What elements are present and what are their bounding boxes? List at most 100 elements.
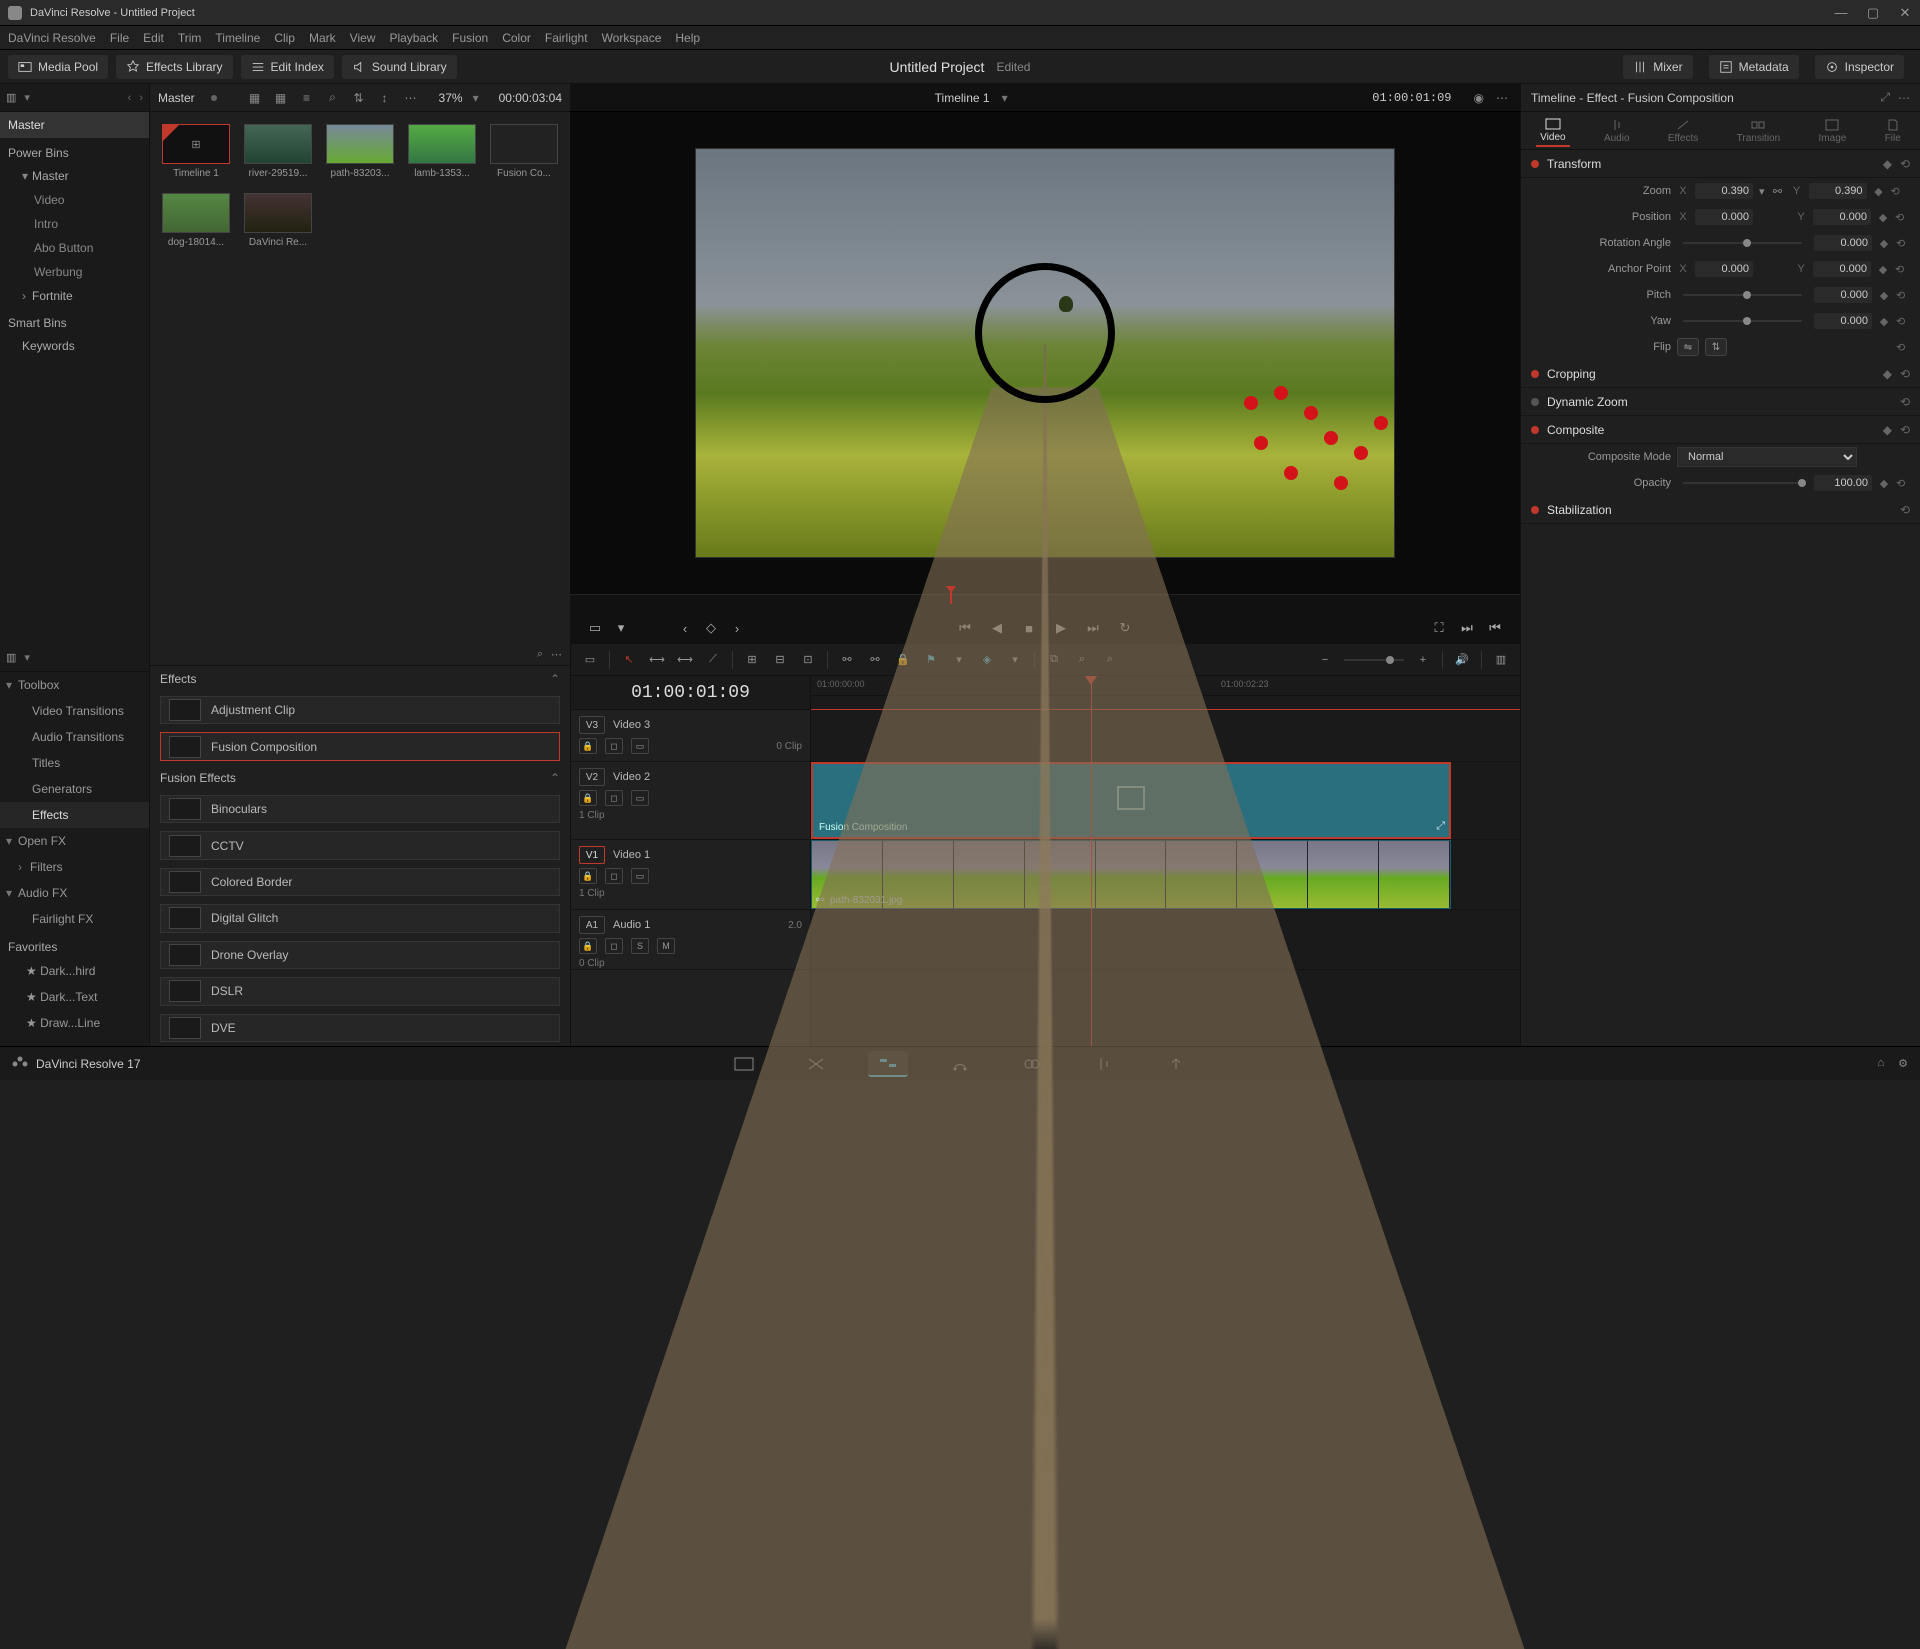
track-enable-v1[interactable]: ▭: [631, 868, 649, 884]
bin-video[interactable]: Video: [0, 188, 149, 212]
flip-reset[interactable]: ⟲: [1896, 341, 1910, 354]
pos-keyframe[interactable]: ◆: [1877, 211, 1889, 224]
fx-options-icon[interactable]: ⋯: [551, 648, 562, 661]
bin-abo-button[interactable]: Abo Button: [0, 236, 149, 260]
fx-generators[interactable]: Generators: [0, 776, 149, 802]
anchor-y-input[interactable]: 0.000: [1813, 261, 1871, 277]
track-badge-v2[interactable]: V2: [579, 768, 605, 786]
fx-effects[interactable]: Effects: [0, 802, 149, 828]
page-color[interactable]: [1012, 1051, 1052, 1077]
pitch-keyframe[interactable]: ◆: [1878, 289, 1890, 302]
menu-resolve[interactable]: DaVinci Resolve: [8, 31, 96, 45]
fx-drone-overlay[interactable]: Drone Overlay: [160, 941, 560, 969]
inspector-tab-file[interactable]: File: [1881, 116, 1905, 146]
track-mute-a1[interactable]: M: [657, 938, 675, 954]
cropping-reset[interactable]: ⟲: [1900, 367, 1910, 381]
anchor-reset[interactable]: ⟲: [1895, 263, 1909, 276]
inspector-expand-icon[interactable]: ⤢: [1880, 90, 1890, 105]
tl-audio-icon[interactable]: 🔊: [1453, 651, 1471, 669]
zoom-dropdown-icon[interactable]: ▾: [1759, 185, 1765, 198]
clip-fusion-composition[interactable]: Fusion Composition ⤢: [811, 762, 1451, 839]
page-fairlight[interactable]: [1084, 1051, 1124, 1077]
loop-button[interactable]: ↻: [1116, 619, 1134, 637]
stop-button[interactable]: ■: [1020, 619, 1038, 637]
tab-edit-index[interactable]: Edit Index: [241, 55, 334, 79]
menu-view[interactable]: View: [350, 31, 376, 45]
next-frame-button[interactable]: ⏭: [1084, 619, 1102, 637]
track-badge-v3[interactable]: V3: [579, 716, 605, 734]
fx-sidebar-toggle-icon[interactable]: ▥: [6, 651, 16, 664]
tl-marker-dropdown[interactable]: ▾: [1006, 651, 1024, 669]
track-v1[interactable]: ⚯ path-832031.jpg: [811, 840, 1520, 910]
inspector-tab-audio[interactable]: Audio: [1600, 116, 1634, 146]
stab-reset[interactable]: ⟲: [1900, 503, 1910, 517]
viewer-mode-dropdown[interactable]: ▾: [612, 619, 630, 637]
tl-insert-icon[interactable]: ⊞: [743, 651, 761, 669]
tl-dynamic-trim-tool[interactable]: ⟷: [676, 651, 694, 669]
section-cropping[interactable]: Cropping◆⟲: [1521, 360, 1920, 388]
tab-sound-library[interactable]: Sound Library: [342, 55, 457, 79]
fx-cctv[interactable]: CCTV: [160, 831, 560, 859]
track-arm-a1[interactable]: ◻: [605, 938, 623, 954]
timeline-dropdown-icon[interactable]: ▾: [1002, 91, 1008, 105]
pitch-reset[interactable]: ⟲: [1896, 289, 1910, 302]
tl-replace-icon[interactable]: ⊡: [799, 651, 817, 669]
pos-reset[interactable]: ⟲: [1895, 211, 1909, 224]
fusion-overlay-circle[interactable]: [975, 263, 1115, 403]
zoom-keyframe[interactable]: ◆: [1873, 185, 1885, 198]
match-frame-prev-icon[interactable]: ‹: [676, 619, 694, 637]
menu-color[interactable]: Color: [502, 31, 531, 45]
tl-chain-icon[interactable]: ⚯: [866, 651, 884, 669]
pitch-slider[interactable]: [1683, 294, 1802, 296]
fx-adjustment-clip[interactable]: Adjustment Clip: [160, 696, 560, 724]
close-button[interactable]: ✕: [1898, 5, 1912, 21]
match-frame-icon[interactable]: ◇: [702, 619, 720, 637]
track-enable-v3[interactable]: ▭: [631, 738, 649, 754]
menu-trim[interactable]: Trim: [178, 31, 202, 45]
zoom-y-input[interactable]: 0.390: [1809, 183, 1867, 199]
view-list-icon[interactable]: ≡: [299, 90, 315, 106]
menu-fusion[interactable]: Fusion: [452, 31, 488, 45]
fx-video-transitions[interactable]: Video Transitions: [0, 698, 149, 724]
tl-snap-icon[interactable]: ⧉: [1045, 651, 1063, 669]
clip-davinci-re[interactable]: DaVinci Re...: [244, 193, 312, 248]
fx-filters[interactable]: ›Filters: [0, 854, 149, 880]
menu-timeline[interactable]: Timeline: [215, 31, 260, 45]
timeline-playhead[interactable]: [1091, 676, 1092, 1046]
composite-reset[interactable]: ⟲: [1900, 423, 1910, 437]
fx-audio-transitions[interactable]: Audio Transitions: [0, 724, 149, 750]
track-badge-a1[interactable]: A1: [579, 916, 605, 934]
menu-help[interactable]: Help: [675, 31, 700, 45]
tab-media-pool[interactable]: Media Pool: [8, 55, 108, 79]
first-frame-button[interactable]: ⏮: [956, 619, 974, 637]
search-icon[interactable]: ⌕: [325, 90, 341, 106]
tab-metadata[interactable]: Metadata: [1709, 55, 1799, 79]
reset-icon[interactable]: ⟲: [1900, 157, 1910, 171]
anchor-x-input[interactable]: 0.000: [1695, 261, 1753, 277]
zoom-reset[interactable]: ⟲: [1891, 185, 1905, 198]
match-frame-next-icon[interactable]: ›: [728, 619, 746, 637]
bin-werbung[interactable]: Werbung: [0, 260, 149, 284]
rotation-input[interactable]: 0.000: [1814, 235, 1872, 251]
yaw-reset[interactable]: ⟲: [1896, 315, 1910, 328]
prev-frame-button[interactable]: ◀: [988, 619, 1006, 637]
track-auto-v1[interactable]: ◻: [605, 868, 623, 884]
tl-link-icon[interactable]: ⚯: [838, 651, 856, 669]
track-head-v3[interactable]: V3Video 3 🔒◻▭0 Clip: [571, 710, 810, 762]
zoom-x-input[interactable]: 0.390: [1695, 183, 1753, 199]
track-enable-v2[interactable]: ▭: [631, 790, 649, 806]
fx-audiofx[interactable]: ▾Audio FX: [0, 880, 149, 906]
options-icon[interactable]: ⋯: [403, 90, 419, 106]
bin-power-master[interactable]: ▾Master: [0, 164, 149, 188]
tl-zoom-in-icon[interactable]: +: [1414, 651, 1432, 669]
fav-3[interactable]: ★ Draw...Line: [0, 1010, 149, 1036]
opacity-input[interactable]: 100.00: [1814, 475, 1872, 491]
yaw-input[interactable]: 0.000: [1814, 313, 1872, 329]
rotation-slider[interactable]: [1683, 242, 1802, 244]
track-head-a1[interactable]: A1Audio 12.0 🔒◻SM 0 Clip: [571, 910, 810, 970]
tab-effects-library[interactable]: Effects Library: [116, 55, 232, 79]
tl-flag-dropdown[interactable]: ▾: [950, 651, 968, 669]
clip-lamb[interactable]: lamb-1353...: [408, 124, 476, 179]
fx-colored-border[interactable]: Colored Border: [160, 868, 560, 896]
track-solo-a1[interactable]: S: [631, 938, 649, 954]
